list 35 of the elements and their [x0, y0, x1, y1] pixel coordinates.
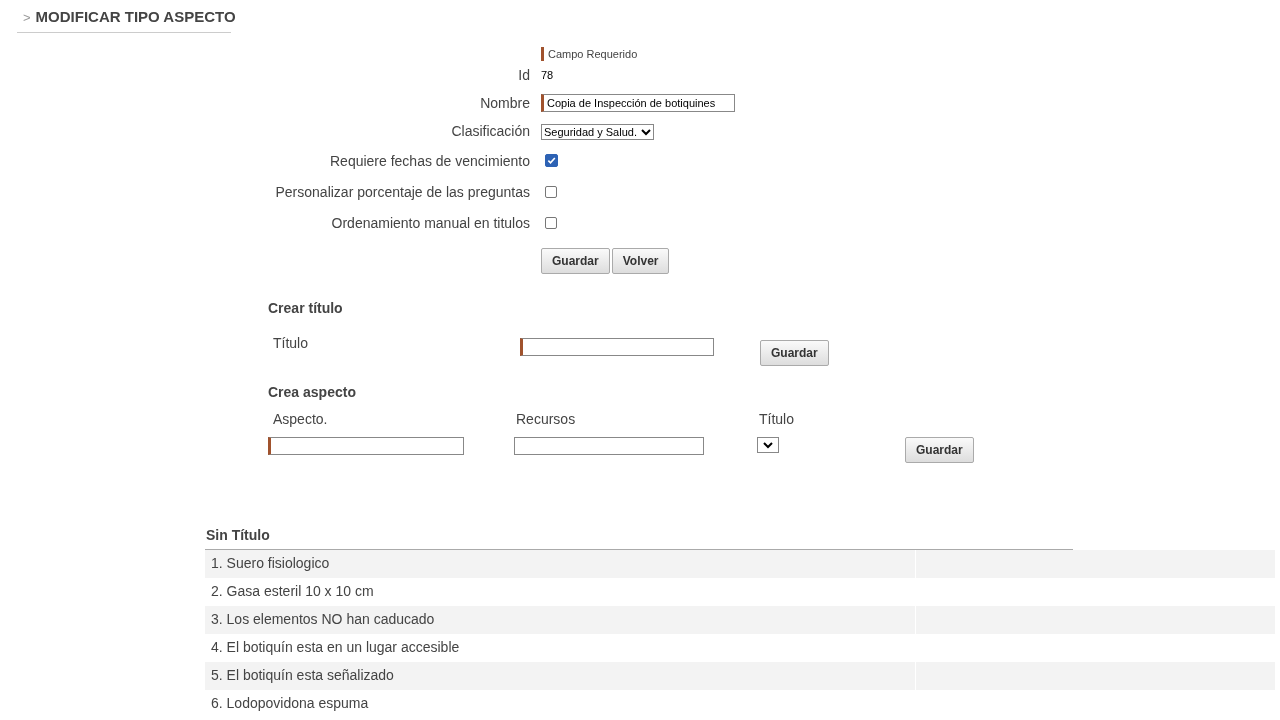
- field-label: Título: [272, 335, 309, 351]
- aspect-input[interactable]: [268, 437, 464, 455]
- save-button[interactable]: Guardar: [905, 437, 974, 463]
- classification-select[interactable]: Seguridad y Salud.: [541, 123, 654, 140]
- breadcrumb-marker: >: [23, 10, 31, 25]
- checkbox-label: Personalizar porcentaje de las preguntas: [275, 182, 530, 202]
- chevron-down-icon: [763, 440, 773, 450]
- id-value: 78: [541, 69, 555, 81]
- save-button[interactable]: Guardar: [760, 340, 829, 366]
- name-input[interactable]: Copia de Inspección de botiquines: [541, 94, 735, 112]
- form-button[interactable]: Guardar: [541, 248, 610, 274]
- resources-input[interactable]: [514, 437, 704, 455]
- checkbox[interactable]: [545, 216, 557, 229]
- column-label: Aspecto.: [272, 411, 329, 427]
- checkbox-label: Ordenamiento manual en titulos: [331, 213, 530, 233]
- checkbox-label: Requiere fechas de vencimiento: [330, 151, 530, 171]
- field-label: Clasificación: [451, 122, 530, 141]
- form-button[interactable]: Volver: [611, 248, 670, 274]
- section-heading: Crea aspecto: [268, 384, 357, 400]
- page-title: MODIFICAR TIPO ASPECTO: [35, 8, 236, 25]
- list-item: 3. Los elementos NO han caducado: [205, 606, 916, 634]
- field-label: Nombre: [480, 94, 530, 113]
- checkbox[interactable]: [545, 154, 558, 167]
- section-heading: Crear título: [268, 300, 344, 316]
- field-label: Id: [518, 66, 530, 85]
- chevron-down-icon: [640, 126, 651, 137]
- title-select[interactable]: [757, 437, 779, 453]
- column-label: Recursos: [515, 411, 577, 427]
- checkbox[interactable]: [545, 185, 557, 198]
- list-item: 6. Lodopovidona espuma: [205, 690, 916, 718]
- required-field-legend: Campo Requerido: [541, 47, 638, 61]
- title-input[interactable]: [520, 338, 714, 356]
- list-item: 5. El botiquín esta señalizado: [205, 662, 916, 690]
- list-item: 1. Suero fisiologico: [205, 550, 916, 578]
- column-label: Título: [758, 411, 795, 427]
